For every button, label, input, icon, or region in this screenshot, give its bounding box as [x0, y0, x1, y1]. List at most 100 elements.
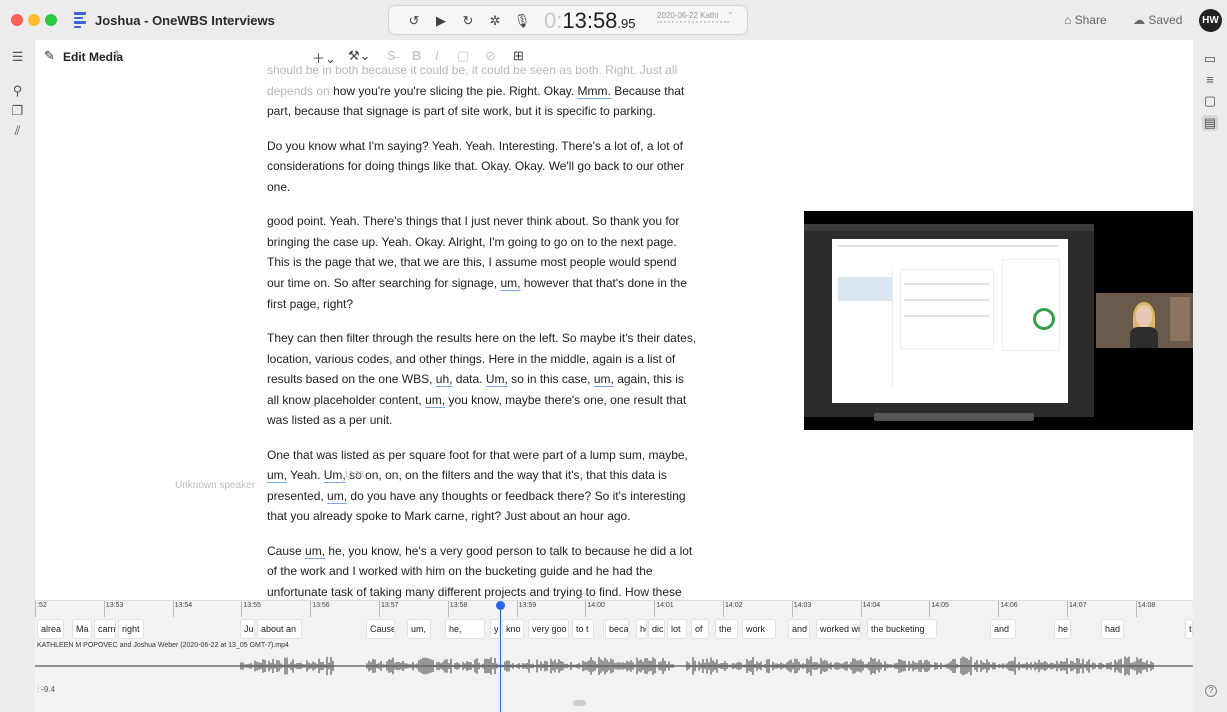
chevron-down-icon[interactable]: ⌄ — [224, 12, 232, 23]
video-player[interactable] — [804, 211, 1193, 430]
pencil-icon: ✎ — [44, 48, 55, 63]
share-button[interactable]: ⌂ Share — [1064, 13, 1107, 27]
minimize-window-button[interactable] — [28, 14, 40, 26]
filler-word[interactable]: um, — [500, 276, 520, 290]
word-chip[interactable]: um, — [407, 619, 431, 639]
word-chip[interactable]: had — [1101, 619, 1124, 639]
filler-word[interactable]: Mmm. — [578, 84, 611, 98]
word-chip[interactable]: to t — [572, 619, 594, 639]
word-chip[interactable]: lot — [667, 619, 687, 639]
word-chip[interactable]: the — [715, 619, 738, 639]
playhead-handle[interactable] — [496, 601, 505, 610]
transcript-text[interactable]: how you're you're slicing the pie. Right… — [330, 84, 578, 98]
filler-word[interactable]: Um, — [486, 372, 508, 386]
panel-icon[interactable]: ▭ — [1202, 51, 1218, 67]
word-chip[interactable]: Ma — [72, 619, 92, 639]
library-icon[interactable]: ⫽ — [10, 123, 25, 138]
document-title[interactable]: Joshua - OneWBS Interviews — [95, 13, 275, 28]
transcript-text[interactable]: One that was listed as per square foot f… — [267, 448, 688, 462]
microphone-icon[interactable]: 🎙 — [513, 12, 531, 30]
horizontal-scrollbar[interactable] — [573, 700, 586, 706]
word-chip[interactable]: he — [636, 619, 647, 639]
word-chip[interactable]: y — [490, 619, 500, 639]
transcript-text[interactable]: he, you know, he's a very good person to… — [267, 544, 692, 600]
timeline[interactable]: :52 13:53 13:54 13:55 13:56 13:57 13:58 13:59 14… — [35, 600, 1217, 712]
properties-icon[interactable]: ≡ — [1202, 72, 1218, 88]
app-logo-icon — [74, 12, 88, 28]
word-chip[interactable]: he — [1054, 619, 1071, 639]
word-chip[interactable]: kno — [502, 619, 524, 639]
word-track[interactable]: alrea Ma carn right Ju about an Cause um, he, y kn… — [35, 619, 1193, 639]
playhead[interactable] — [500, 601, 501, 712]
transcript-text[interactable]: Do you know what I'm saying? Yeah. Yeah.… — [267, 139, 684, 194]
audio-waveform[interactable] — [35, 655, 1193, 677]
stepper-icon[interactable]: ⌃ — [727, 11, 734, 20]
ruler-tick-label: 14:04 — [862, 602, 881, 609]
cursor-timestamp: 13:58 — [344, 470, 365, 479]
word-chip[interactable]: and — [788, 619, 810, 639]
filler-word[interactable]: um, — [594, 372, 614, 386]
comments-icon[interactable]: ▢ — [1202, 93, 1218, 109]
ruler-tick-label: 14:05 — [931, 602, 949, 609]
filler-word[interactable]: Um, — [324, 468, 346, 482]
screen-row — [904, 283, 990, 285]
transcript-paragraph[interactable]: good point. Yeah. There's things that I … — [267, 211, 697, 314]
transcript-paragraph[interactable]: One that was listed as per square foot f… — [267, 445, 697, 527]
word-chip[interactable]: the bucketing — [867, 619, 937, 639]
transcript[interactable]: should be in both because it could be, i… — [267, 60, 697, 600]
word-chip[interactable]: very goo — [528, 619, 569, 639]
ruler-tick-label: 13:57 — [381, 602, 399, 609]
word-chip[interactable]: worked wi — [816, 619, 861, 639]
speed-icon[interactable]: ✲ — [486, 12, 504, 30]
zoom-window-button[interactable] — [45, 14, 57, 26]
filler-word[interactable]: um, — [327, 489, 347, 503]
volume-level[interactable]: ⫶ -9.4 — [37, 685, 55, 695]
timecode[interactable]: 0:13:58.95 — [544, 8, 636, 34]
word-chip[interactable]: dic — [648, 619, 665, 639]
transcript-text[interactable]: so in this case, — [508, 372, 594, 386]
transcript-paragraph[interactable]: Cause um, he, you know, he's a very good… — [267, 541, 697, 600]
word-chip[interactable]: of — [691, 619, 709, 639]
avatar[interactable]: HW — [1199, 9, 1222, 32]
screen-progress-ring — [1033, 308, 1055, 330]
help-icon[interactable]: ? — [1205, 685, 1217, 697]
filler-word[interactable]: um, — [267, 468, 287, 482]
word-chip[interactable]: work — [742, 619, 776, 639]
transcript-paragraph[interactable]: Do you know what I'm saying? Yeah. Yeah.… — [267, 136, 697, 198]
timecode-main: 13:58 — [562, 8, 618, 33]
speaker-label[interactable]: Unknown speaker — [175, 480, 255, 491]
documents-icon[interactable]: ❐ — [10, 103, 25, 118]
rewind-icon[interactable]: ↺ — [405, 12, 423, 30]
word-chip[interactable]: alrea — [37, 619, 64, 639]
play-icon[interactable]: ▶ — [432, 12, 450, 30]
word-chip[interactable]: right — [118, 619, 144, 639]
editor-panel: ✎ Edit Media ⇕ ＋⌄ ⚒⌄ S̶ B I ▢ ⊘ ⊞ should… — [35, 40, 804, 600]
transcript-paragraph[interactable]: should be in both because it could be, i… — [267, 60, 697, 122]
chevron-updown-icon[interactable]: ⇕ — [113, 49, 121, 60]
word-chip[interactable]: carn — [94, 619, 116, 639]
search-icon[interactable]: ⚲ — [10, 83, 25, 98]
word-chip[interactable]: about an — [257, 619, 302, 639]
transcript-text[interactable]: Yeah. — [287, 468, 324, 482]
forward-icon[interactable]: ↻ — [459, 12, 477, 30]
word-chip[interactable]: Ju — [240, 619, 255, 639]
webcam-body — [1130, 327, 1158, 348]
time-ruler[interactable]: :52 13:53 13:54 13:55 13:56 13:57 13:58 13:59 14… — [35, 601, 1193, 617]
filler-word[interactable]: um, — [305, 544, 325, 558]
word-chip[interactable]: t — [1185, 619, 1193, 639]
ruler-tick-label: 14:03 — [793, 602, 812, 609]
recording-date: 2020-06-22 Kathl — [657, 11, 719, 20]
filler-word[interactable]: uh, — [436, 372, 453, 386]
media-icon[interactable]: ▤ — [1202, 115, 1218, 131]
transcript-text[interactable]: Cause — [267, 544, 305, 558]
menu-icon[interactable]: ☰ — [10, 49, 25, 64]
word-chip[interactable]: beca — [605, 619, 629, 639]
transcript-paragraph[interactable]: They can then filter through the results… — [267, 328, 697, 431]
word-chip[interactable]: Cause — [366, 619, 395, 639]
transcript-text[interactable]: data. — [452, 372, 485, 386]
word-chip[interactable]: and — [990, 619, 1016, 639]
filler-word[interactable]: um, — [425, 393, 445, 407]
word-chip[interactable]: he, — [445, 619, 485, 639]
close-window-button[interactable] — [11, 14, 23, 26]
ruler-tick-label: 13:53 — [105, 602, 124, 609]
